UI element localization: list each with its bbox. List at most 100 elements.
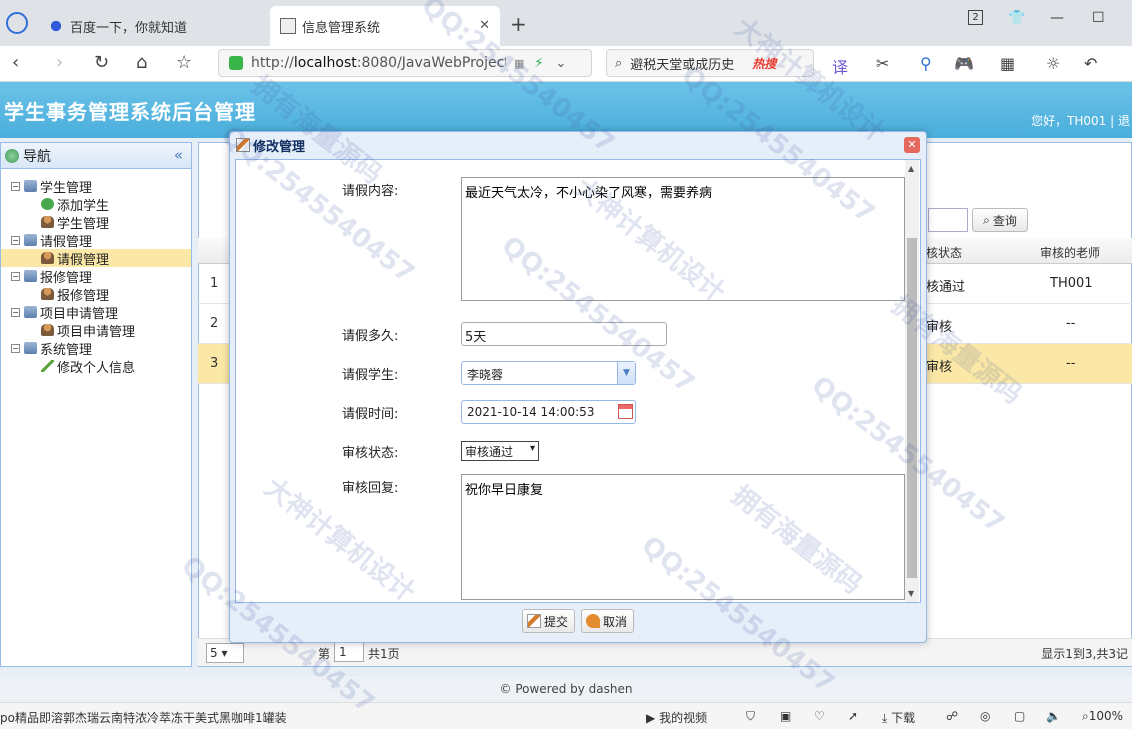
people-icon[interactable]: ☍ <box>946 709 958 723</box>
scroll-down-icon[interactable]: ▼ <box>908 589 914 598</box>
brightness-icon[interactable]: ☼ <box>1046 54 1060 73</box>
reason-textarea[interactable]: 最近天气太冷，不小心染了风寒，需要养病 <box>461 177 905 301</box>
row-teacher: -- <box>1066 356 1076 371</box>
shield-icon[interactable]: ⛉ <box>746 709 755 724</box>
tree-node-leave-list[interactable]: 请假管理 <box>1 249 191 268</box>
tree-node-repair-list[interactable]: 报修管理 <box>1 285 191 304</box>
sidebar: 导航 « − 学生管理 添加学生 学生管理 − 请假管理 请假管理 − 报修管理 报修… <box>0 142 192 667</box>
cancel-button[interactable]: 取消 <box>581 609 635 633</box>
qr-icon[interactable]: ▦ <box>514 57 524 70</box>
monitor-icon <box>24 234 37 246</box>
minimize-icon[interactable]: — <box>1050 10 1064 26</box>
shirt-icon[interactable]: 👕 <box>1008 10 1025 26</box>
globe-icon[interactable]: ◎ <box>980 709 990 723</box>
tree-node-student-mgmt[interactable]: − 学生管理 <box>1 177 191 196</box>
browser-tab-baidu[interactable]: 百度一下，你就知道 <box>48 6 263 46</box>
student-combobox[interactable]: 李晓蓉 ▼ <box>461 361 636 385</box>
monitor-icon <box>24 306 37 318</box>
collapse-icon[interactable]: « <box>174 146 183 164</box>
undo-icon[interactable]: ↶ <box>1084 54 1097 73</box>
duration-input[interactable]: 5天 <box>461 322 667 346</box>
apps-grid-icon[interactable]: ▦ <box>1000 54 1015 73</box>
reply-textarea[interactable]: 祝你早日康复 <box>461 474 905 600</box>
page-label: 第 <box>318 647 331 661</box>
scissors-icon[interactable]: ✂ <box>876 54 889 73</box>
tab-close-icon[interactable]: ✕ <box>479 18 490 33</box>
status-value: 审核通过 <box>465 445 514 459</box>
star-icon[interactable]: ☆ <box>176 52 192 73</box>
dialog-title-bar[interactable]: 修改管理 <box>230 132 926 158</box>
forward-icon[interactable]: › <box>56 52 63 73</box>
collapse-box-icon[interactable]: − <box>11 181 20 191</box>
home-icon[interactable]: ⌂ <box>136 52 147 73</box>
tree-label: 项目申请管理 <box>57 324 136 340</box>
dialog-close-icon[interactable]: ✕ <box>904 137 920 153</box>
download-button[interactable]: ⤓ 下载 <box>882 709 915 726</box>
button-label: 提交 <box>543 614 568 629</box>
tree-label: 系统管理 <box>40 342 93 358</box>
url-input[interactable]: http://localhost:8080/JavaWebProject ▦ ⚡… <box>218 49 592 77</box>
status-select[interactable]: 审核通过 ▾ <box>461 441 539 461</box>
bolt-icon[interactable]: ⚡ <box>534 56 543 71</box>
leave-time-datebox[interactable]: 2021-10-14 14:00:53 <box>461 400 636 424</box>
scrollbar-thumb[interactable] <box>907 238 917 578</box>
tree-node-student-list[interactable]: 学生管理 <box>1 213 191 232</box>
baidu-paw-icon <box>48 18 64 34</box>
col-teacher-header[interactable]: 审核的老师 <box>1040 244 1100 261</box>
gamepad-icon[interactable]: 🎮 <box>954 54 974 73</box>
tree-label: 请假管理 <box>40 234 93 250</box>
user-greeting[interactable]: 您好，TH001 | 退 <box>1031 112 1130 129</box>
scroll-up-icon[interactable]: ▲ <box>908 164 914 173</box>
dialog-scrollbar[interactable]: ▲ ▼ <box>905 160 919 602</box>
hot-search-badge[interactable]: 热搜 <box>752 55 776 72</box>
image-icon[interactable]: ▣ <box>780 709 791 723</box>
magnifier-icon[interactable]: ⚲ <box>920 54 932 73</box>
reload-icon[interactable]: ↻ <box>94 52 109 73</box>
tree-node-leave-mgmt[interactable]: − 请假管理 <box>1 231 191 250</box>
url-text: http://localhost:8080/JavaWebProject <box>251 55 506 71</box>
edit-icon <box>526 614 541 628</box>
browser-logo-icon[interactable] <box>6 12 28 34</box>
edit-leave-dialog: 修改管理 ✕ 请假内容: 最近天气太冷，不小心染了风寒，需要养病 请假多久: 5… <box>229 131 927 643</box>
collapse-box-icon[interactable]: − <box>11 343 20 353</box>
tree-node-project-list[interactable]: 项目申请管理 <box>1 321 191 340</box>
monitor-icon <box>24 342 37 354</box>
chevron-down-icon[interactable]: ⌄ <box>556 56 567 71</box>
tab-counter[interactable]: 2 <box>968 10 983 25</box>
chevron-down-icon[interactable]: ▼ <box>617 362 635 384</box>
news-ticker[interactable]: po精品即溶郭杰瑞云南特浓冷萃冻干美式黑咖啡1罐装 <box>0 709 290 726</box>
browser-tab-bar: 百度一下，你就知道 信息管理系统 ✕ + 2 👕 — ☐ <box>0 0 1132 46</box>
window-icon[interactable]: ▢ <box>1014 709 1025 723</box>
submit-button[interactable]: 提交 <box>521 609 575 633</box>
tree-node-add-student[interactable]: 添加学生 <box>1 195 191 214</box>
tree-label: 学生管理 <box>40 180 93 196</box>
grid-search-input[interactable] <box>928 208 968 232</box>
tree-node-system-mgmt[interactable]: − 系统管理 <box>1 339 191 358</box>
zoom-label: 100% <box>1088 709 1124 723</box>
col-status-header[interactable]: 核状态 <box>926 244 962 261</box>
new-tab-icon[interactable]: + <box>510 12 527 36</box>
collapse-box-icon[interactable]: − <box>11 271 20 281</box>
browser-tab-info-system[interactable]: 信息管理系统 ✕ <box>270 6 500 46</box>
collapse-box-icon[interactable]: − <box>11 307 20 317</box>
time-value: 2021-10-14 14:00:53 <box>467 405 595 419</box>
back-icon[interactable]: ‹ <box>12 52 19 73</box>
tree-node-edit-profile[interactable]: 修改个人信息 <box>1 357 191 376</box>
calendar-icon[interactable] <box>618 404 633 419</box>
collapse-box-icon[interactable]: − <box>11 235 20 245</box>
grid-search-button[interactable]: ⌕ 查询 <box>972 208 1028 232</box>
rocket-icon[interactable]: ➚ <box>848 709 858 723</box>
speaker-icon[interactable]: 🔈 <box>1046 709 1061 723</box>
heart-icon[interactable]: ♡ <box>814 709 825 723</box>
page-number-input[interactable]: 1 <box>334 642 364 662</box>
translate-icon[interactable]: 译 <box>832 54 848 78</box>
my-video-button[interactable]: ▶ 我的视频 <box>646 709 707 726</box>
tree-node-project-mgmt[interactable]: − 项目申请管理 <box>1 303 191 322</box>
tree-node-repair-mgmt[interactable]: − 报修管理 <box>1 267 191 286</box>
browser-search-input[interactable]: ⌕ 避税天堂或成历史 热搜 <box>606 49 814 77</box>
video-icon: ▶ <box>646 711 656 725</box>
tab-title: 百度一下，你就知道 <box>70 20 188 36</box>
maximize-icon[interactable]: ☐ <box>1092 10 1105 26</box>
zoom-control[interactable]: ⌕100% <box>1082 709 1123 724</box>
page-size-select[interactable]: 5 ▾ <box>206 643 244 663</box>
